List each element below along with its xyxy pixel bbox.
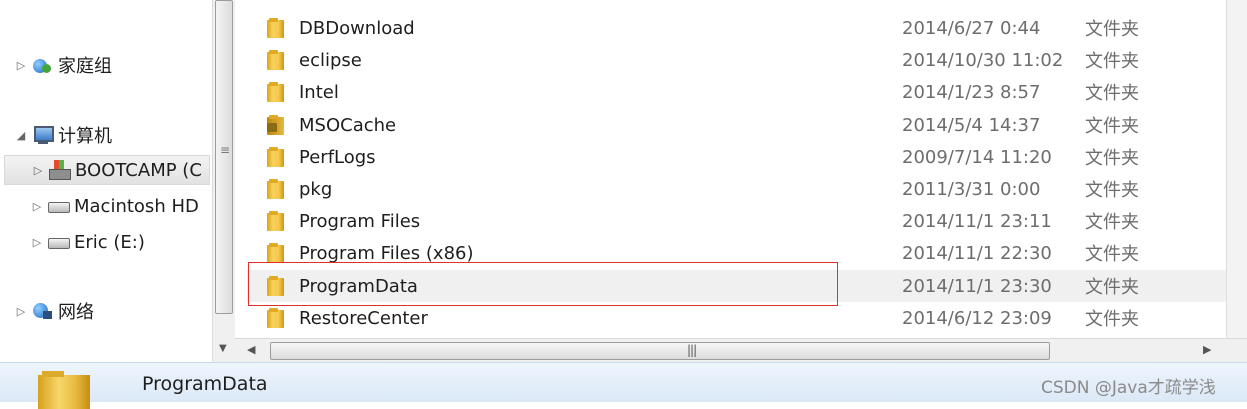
scroll-right-arrow-icon[interactable]: ▶: [1203, 343, 1211, 356]
scroll-left-arrow-icon[interactable]: ◀: [247, 343, 255, 356]
navigation-pane: ▷ 家庭组 ◢ 计算机 ▷ BOOTCAMP (C ▷ Macintosh HD…: [0, 0, 212, 362]
expand-arrow-icon[interactable]: ▷: [31, 164, 45, 177]
file-name: RestoreCenter: [299, 307, 428, 329]
locked-folder-icon: [267, 115, 285, 135]
nav-item-eric-drive[interactable]: ▷ Eric (E:): [30, 227, 145, 257]
file-date: 2011/3/31 0:00: [902, 178, 1041, 200]
computer-icon: [30, 125, 54, 145]
nav-item-label: 网络: [58, 302, 94, 323]
file-row[interactable]: MSOCache 2014/5/4 14:37 文件夹: [247, 109, 1247, 141]
file-date: 2014/10/30 11:02: [902, 49, 1064, 71]
nav-item-label: BOOTCAMP (C: [75, 159, 202, 181]
collapse-arrow-icon[interactable]: ◢: [14, 129, 28, 142]
file-row[interactable]: RestoreCenter 2014/6/12 23:09 文件夹: [247, 302, 1247, 334]
expand-arrow-icon[interactable]: ▷: [30, 236, 44, 249]
file-type: 文件夹: [1085, 19, 1139, 40]
expand-arrow-icon[interactable]: ▷: [14, 59, 28, 72]
file-row[interactable]: pkg 2011/3/31 0:00 文件夹: [247, 173, 1247, 205]
file-type: 文件夹: [1085, 51, 1139, 72]
file-type: 文件夹: [1085, 244, 1139, 265]
horizontal-scrollbar[interactable]: ◀ ||| ▶: [235, 338, 1247, 363]
file-type: 文件夹: [1085, 116, 1139, 137]
nav-item-homegroup[interactable]: ▷ 家庭组: [14, 50, 112, 80]
grip-icon: ≡: [220, 143, 231, 157]
file-date: 2014/6/12 23:09: [902, 307, 1052, 329]
network-icon: [30, 301, 54, 321]
file-type: 文件夹: [1085, 83, 1139, 104]
file-date: 2014/11/1 23:30: [902, 275, 1052, 297]
scroll-thumb[interactable]: ≡: [215, 0, 233, 314]
nav-item-label: 家庭组: [58, 56, 112, 77]
file-date: 2014/1/23 8:57: [902, 81, 1041, 103]
windows-drive-icon: [47, 160, 71, 180]
file-date: 2014/6/27 0:44: [902, 17, 1041, 39]
folder-icon: [267, 211, 285, 231]
nav-item-macintosh-hd[interactable]: ▷ Macintosh HD: [30, 191, 199, 221]
nav-item-label: Macintosh HD: [74, 195, 199, 217]
watermark: CSDN @Java才疏学浅: [1041, 378, 1216, 398]
scroll-thumb[interactable]: |||: [270, 342, 1050, 360]
nav-item-label: Eric (E:): [74, 231, 145, 253]
main-vertical-scrollbar[interactable]: [1226, 0, 1247, 338]
selected-item-name: ProgramData: [142, 373, 268, 395]
folder-icon: [267, 179, 285, 199]
scroll-down-arrow-icon[interactable]: ▼: [219, 343, 227, 354]
file-name: DBDownload: [299, 17, 415, 39]
file-name: MSOCache: [299, 114, 397, 136]
nav-item-bootcamp[interactable]: ▷ BOOTCAMP (C: [4, 155, 210, 185]
nav-item-network[interactable]: ▷ 网络: [14, 296, 94, 326]
details-pane: ProgramData CSDN @Java才疏学浅: [0, 362, 1247, 409]
file-name: eclipse: [299, 49, 362, 71]
file-date: 2014/11/1 22:30: [902, 242, 1052, 264]
folder-icon: [267, 50, 285, 70]
nav-item-label: 计算机: [58, 126, 112, 147]
homegroup-icon: [30, 55, 54, 75]
lock-icon: [267, 123, 277, 132]
file-type: 文件夹: [1085, 309, 1139, 330]
file-type: 文件夹: [1085, 180, 1139, 201]
file-name: PerfLogs: [299, 146, 376, 168]
folder-icon: [267, 243, 285, 263]
file-name: Program Files: [299, 210, 421, 232]
folder-icon: [38, 371, 90, 409]
nav-vertical-scrollbar[interactable]: ≡ ▼: [212, 0, 235, 362]
file-name: Intel: [299, 81, 339, 103]
highlight-annotation-box: [248, 262, 838, 306]
folder-icon: [267, 18, 285, 38]
file-date: 2014/5/4 14:37: [902, 114, 1041, 136]
nav-item-computer[interactable]: ◢ 计算机: [14, 120, 112, 150]
expand-arrow-icon[interactable]: ▷: [14, 305, 28, 318]
grip-icon: |||: [687, 343, 697, 357]
file-row[interactable]: PerfLogs 2009/7/14 11:20 文件夹: [247, 141, 1247, 173]
expand-arrow-icon[interactable]: ▷: [30, 200, 44, 213]
folder-icon: [267, 147, 285, 167]
file-name: pkg: [299, 178, 333, 200]
drive-icon: [46, 232, 70, 252]
file-name: Program Files (x86): [299, 242, 474, 264]
folder-icon: [267, 82, 285, 102]
file-row[interactable]: eclipse 2014/10/30 11:02 文件夹: [247, 44, 1247, 76]
file-type: 文件夹: [1085, 277, 1139, 298]
file-date: 2014/11/1 23:11: [902, 210, 1052, 232]
file-type: 文件夹: [1085, 148, 1139, 169]
drive-icon: [46, 196, 70, 216]
file-row[interactable]: Program Files 2014/11/1 23:11 文件夹: [247, 205, 1247, 237]
file-row[interactable]: DBDownload 2014/6/27 0:44 文件夹: [247, 12, 1247, 44]
file-date: 2009/7/14 11:20: [902, 146, 1052, 168]
folder-icon: [267, 308, 285, 328]
file-row[interactable]: Intel 2014/1/23 8:57 文件夹: [247, 76, 1247, 108]
file-type: 文件夹: [1085, 212, 1139, 233]
